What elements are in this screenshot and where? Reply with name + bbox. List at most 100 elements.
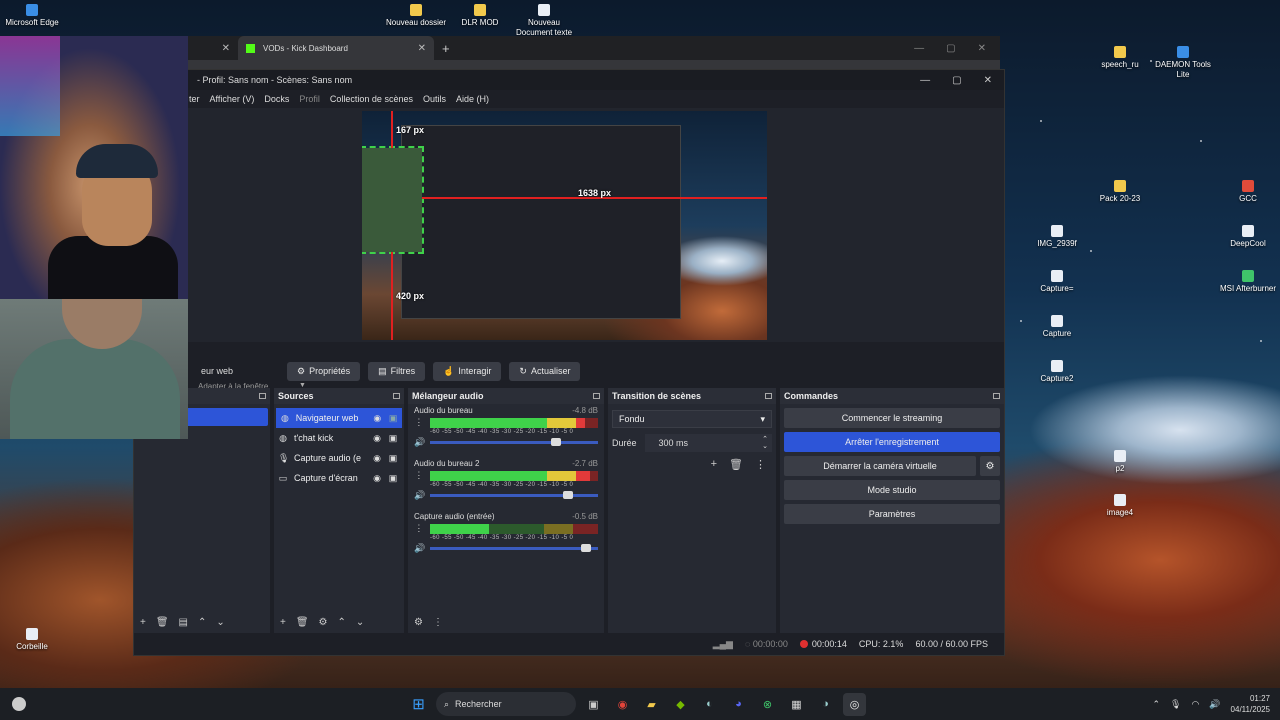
gear-icon[interactable]: ⚙ xyxy=(319,617,328,628)
virtual-camera-settings-icon[interactable]: ⚙ xyxy=(980,456,1000,476)
desktop-icon-deepcool[interactable]: DeepCool xyxy=(1211,225,1280,249)
menu-profile[interactable]: Profil xyxy=(299,94,320,104)
source-item-capture-audio[interactable]: 🎙 Capture audio (e ◉ ▣ xyxy=(274,448,404,468)
preview-selected-source[interactable] xyxy=(362,146,424,254)
new-tab-button[interactable]: + xyxy=(442,41,450,56)
trash-icon[interactable]: 🗑 xyxy=(729,458,743,471)
eye-icon[interactable]: ◉ xyxy=(372,413,382,424)
studio-mode-button[interactable]: Mode studio xyxy=(784,480,1000,500)
eye-icon[interactable]: ◉ xyxy=(372,473,382,484)
steam-icon[interactable]: ◐ xyxy=(698,693,721,716)
more-options-icon[interactable]: ⋮ xyxy=(433,617,443,628)
preview-area[interactable]: 167 px 1638 px 420 px Adapter à la fenêt… xyxy=(134,108,1004,391)
close-icon[interactable]: ✕ xyxy=(984,75,992,86)
source-item-navigateur-web[interactable]: ◍ Navigateur web ◉ ▣ xyxy=(276,408,402,428)
menu-docks[interactable]: Docks xyxy=(264,94,289,104)
trash-icon[interactable]: 🗑 xyxy=(296,617,309,628)
speaker-icon[interactable]: 🔊 xyxy=(414,543,425,554)
xbox-icon[interactable]: ⊗ xyxy=(756,693,779,716)
trash-icon[interactable]: 🗑 xyxy=(156,617,169,628)
speaker-icon[interactable]: 🔊 xyxy=(414,437,425,448)
settings-button[interactable]: Paramètres xyxy=(784,504,1000,524)
more-options-icon[interactable]: ⋮ xyxy=(414,523,424,534)
desktop-icon-pack[interactable]: Pack 20-23 xyxy=(1083,180,1157,204)
chevron-up-icon[interactable]: ⌃ xyxy=(198,617,206,628)
stop-recording-button[interactable]: Arrêter l'enregistrement xyxy=(784,432,1000,452)
filters-button[interactable]: ▤ Filtres xyxy=(368,361,426,381)
chevron-up-icon[interactable]: ⌃ xyxy=(338,617,346,628)
start-streaming-button[interactable]: Commencer le streaming xyxy=(784,408,1000,428)
store-icon[interactable]: ▦ xyxy=(785,693,808,716)
steam-alt-icon[interactable]: ◑ xyxy=(814,693,837,716)
nvidia-icon[interactable]: ◆ xyxy=(669,693,692,716)
volume-fader[interactable] xyxy=(430,438,598,446)
widgets-icon[interactable] xyxy=(12,697,26,711)
desktop-icon-daemon[interactable]: DAEMON Tools Lite xyxy=(1146,46,1220,80)
more-options-icon[interactable]: ⋮ xyxy=(755,458,766,471)
windows-start-icon[interactable]: ⊞ xyxy=(407,693,430,716)
maximize-icon[interactable]: ▢ xyxy=(952,75,961,86)
add-icon[interactable]: + xyxy=(280,617,286,628)
obs-icon[interactable]: ◎ xyxy=(843,692,866,716)
chevron-up-icon[interactable]: ⌃ xyxy=(1152,699,1160,710)
more-options-icon[interactable]: ⋮ xyxy=(414,417,424,428)
source-item-capture-ecran[interactable]: ▭ Capture d'écran ◉ ▣ xyxy=(274,468,404,488)
chevron-down-icon[interactable]: ⌄ xyxy=(216,617,224,628)
lock-icon[interactable]: ▣ xyxy=(388,453,398,464)
dock-float-icon[interactable] xyxy=(765,393,772,399)
desktop-icon-nouveau-dossier[interactable]: Nouveau dossier xyxy=(379,4,453,28)
menu-view[interactable]: Afficher (V) xyxy=(210,94,255,104)
close-tab-icon[interactable]: ✕ xyxy=(222,43,230,54)
preview-canvas[interactable]: 167 px 1638 px 420 px xyxy=(362,111,767,340)
duration-spinbox[interactable]: 300 ms ⌃ ⌄ xyxy=(644,434,772,452)
volume-fader[interactable] xyxy=(430,544,598,552)
advanced-audio-icon[interactable]: ⚙ xyxy=(414,617,423,628)
desktop-icon-p2[interactable]: p2 xyxy=(1083,450,1157,474)
close-icon[interactable]: ✕ xyxy=(978,43,986,54)
start-virtual-camera-button[interactable]: Démarrer la caméra virtuelle xyxy=(784,456,976,476)
minimize-icon[interactable]: — xyxy=(920,75,930,86)
speaker-icon[interactable]: 🔊 xyxy=(414,490,425,501)
desktop-icon-img[interactable]: IMG_2939f xyxy=(1020,225,1094,249)
menu-help[interactable]: Aide (H) xyxy=(456,94,489,104)
stepper-icon[interactable]: ⌃ ⌄ xyxy=(762,436,768,450)
lock-icon[interactable]: ▣ xyxy=(388,433,398,444)
interact-button[interactable]: ☝ Interagir xyxy=(433,361,502,381)
dock-float-icon[interactable] xyxy=(259,393,266,399)
desktop-icon-msi[interactable]: MSI Afterburner xyxy=(1211,270,1280,294)
transition-select[interactable]: Fondu ▾ xyxy=(612,410,772,428)
eye-icon[interactable]: ◉ xyxy=(372,453,382,464)
desktop-icon-gcc[interactable]: GCC xyxy=(1211,180,1280,204)
add-icon[interactable]: + xyxy=(711,458,717,471)
lock-icon[interactable]: ▣ xyxy=(388,473,398,484)
file-explorer-icon[interactable]: ▰ xyxy=(640,693,663,716)
microphone-icon[interactable]: 🎙 xyxy=(1170,699,1181,710)
filter-icon[interactable]: ▤ xyxy=(179,617,188,628)
eye-icon[interactable]: ◉ xyxy=(372,433,382,444)
add-icon[interactable]: + xyxy=(140,617,146,628)
taskbar-search[interactable]: ⌕ Rechercher xyxy=(436,692,576,716)
menu-tools[interactable]: Outils xyxy=(423,94,446,104)
fader-knob[interactable] xyxy=(562,491,573,499)
source-item-tchat-kick[interactable]: ◍ t'chat kick ◉ ▣ xyxy=(274,428,404,448)
desktop-icon-capture[interactable]: Capture xyxy=(1020,315,1094,339)
chrome-icon[interactable]: ◉ xyxy=(611,693,634,716)
desktop-icon-nouveau-document[interactable]: Nouveau Document texte xyxy=(507,4,581,38)
discord-icon[interactable]: ◕ xyxy=(727,693,750,716)
clock[interactable]: 01:27 04/11/2025 xyxy=(1231,693,1270,715)
desktop-icon-corbeille[interactable]: Corbeille xyxy=(0,628,69,652)
minimize-icon[interactable]: — xyxy=(914,43,924,54)
desktop-icon-dlr-mod[interactable]: DLR MOD xyxy=(443,4,517,28)
chevron-down-icon[interactable]: ⌄ xyxy=(356,617,364,628)
more-options-icon[interactable]: ⋮ xyxy=(414,470,424,481)
volume-icon[interactable]: 🔊 xyxy=(1209,699,1220,710)
desktop-icon-capture-eq[interactable]: Capture= xyxy=(1020,270,1094,294)
close-tab-icon[interactable]: ✕ xyxy=(418,43,426,54)
dock-float-icon[interactable] xyxy=(393,393,400,399)
fader-knob[interactable] xyxy=(581,544,592,552)
dock-float-icon[interactable] xyxy=(993,393,1000,399)
browser-tab-previous[interactable]: ✕ xyxy=(188,36,238,60)
browser-tab-kick[interactable]: VODs - Kick Dashboard ✕ xyxy=(238,36,434,60)
task-view-icon[interactable]: ▣ xyxy=(582,693,605,716)
menu-scene-collection[interactable]: Collection de scènes xyxy=(330,94,413,104)
